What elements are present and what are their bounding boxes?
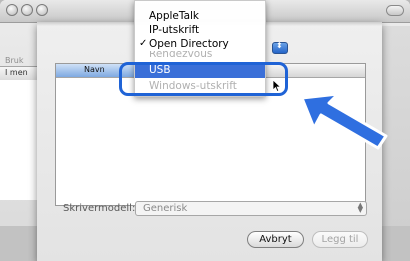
menu-item-label: AppleTalk <box>149 10 199 22</box>
mouse-pointer-icon <box>272 80 282 92</box>
checkmark-icon: ✓ <box>139 38 148 49</box>
printer-model-select[interactable]: Generisk ▲ ▼ <box>135 201 367 216</box>
column-header-name-label: Navn <box>84 65 105 74</box>
printer-browser-window: Bruk I men ⬍ Navn Skrivermodell: Generis… <box>0 0 410 261</box>
menu-item-appletalk[interactable]: AppleTalk <box>135 9 265 23</box>
minimize-window-button[interactable] <box>21 4 33 16</box>
menu-item-label: IP-utskrift <box>149 24 200 36</box>
menu-item-label: Open Directory <box>149 38 229 50</box>
toolbar-toggle-button[interactable] <box>386 5 404 16</box>
popup-arrows-icon: ⬍ <box>276 41 283 50</box>
add-button[interactable]: Legg til <box>312 231 368 248</box>
highlight-ring <box>119 62 288 96</box>
cancel-button[interactable]: Avbryt <box>247 231 304 248</box>
printer-model-label: Skrivermodell: <box>63 203 136 214</box>
zoom-window-button[interactable] <box>36 4 48 16</box>
big-arrow-icon <box>300 92 388 150</box>
background-column-header: I men <box>5 68 28 77</box>
connection-type-popup-button[interactable]: ⬍ <box>272 41 288 54</box>
close-window-button[interactable] <box>6 4 18 16</box>
menu-item-ip-printing[interactable]: IP-utskrift <box>135 23 265 37</box>
printer-model-value: Generisk <box>143 203 188 214</box>
menu-item-open-directory[interactable]: ✓ Open Directory <box>135 37 265 51</box>
select-arrows-icon: ▲ ▼ <box>357 201 363 214</box>
background-label: Bruk <box>5 56 24 65</box>
menu-item-label: Rendezvous <box>149 51 213 60</box>
menu-item-rendezvous[interactable]: Rendezvous <box>135 51 265 61</box>
